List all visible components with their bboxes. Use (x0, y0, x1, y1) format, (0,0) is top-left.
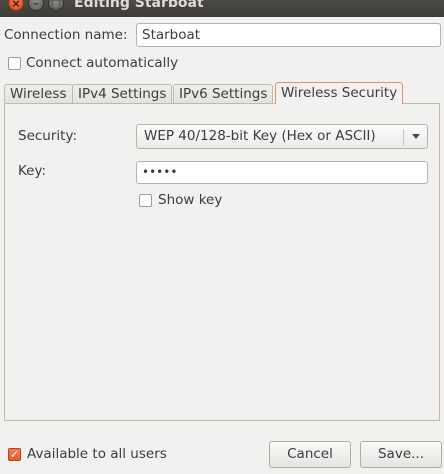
security-label: Security: (18, 128, 78, 144)
minimize-icon: – (33, 0, 39, 10)
window-titlebar: × – □ Editing Starboat (0, 0, 444, 17)
show-key-checkbox[interactable] (139, 194, 152, 207)
save-button[interactable]: Save... (360, 441, 442, 468)
window-title: Editing Starboat (74, 0, 204, 11)
available-to-all-users-label[interactable]: Available to all users (27, 446, 167, 462)
maximize-window-button[interactable]: □ (48, 0, 64, 11)
show-key-label[interactable]: Show key (158, 192, 222, 208)
tab-wireless[interactable]: Wireless (4, 84, 73, 103)
minimize-window-button[interactable]: – (28, 0, 44, 11)
maximize-icon: □ (50, 0, 62, 10)
tab-ipv6-settings[interactable]: IPv6 Settings (173, 84, 274, 103)
connection-name-label: Connection name: (4, 27, 128, 43)
key-label: Key: (18, 163, 47, 179)
wireless-security-panel (4, 103, 440, 421)
chevron-down-icon (412, 134, 420, 139)
close-window-button[interactable]: × (8, 0, 24, 11)
key-input[interactable]: ••••• (136, 161, 428, 184)
available-to-all-users-checkbox[interactable]: ✓ (8, 448, 21, 461)
security-selected-value: WEP 40/128-bit Key (Hex or ASCII) (144, 128, 376, 144)
security-select[interactable]: WEP 40/128-bit Key (Hex or ASCII) (136, 124, 428, 149)
connect-automatically-label[interactable]: Connect automatically (26, 55, 178, 71)
connect-automatically-checkbox[interactable] (8, 57, 21, 70)
tab-ipv4-settings[interactable]: IPv4 Settings (72, 84, 173, 103)
connection-name-input[interactable]: Starboat (136, 23, 441, 47)
select-divider (403, 129, 404, 146)
cancel-button[interactable]: Cancel (269, 441, 351, 468)
tab-wireless-security[interactable]: Wireless Security (275, 82, 404, 104)
close-icon: × (11, 0, 21, 10)
